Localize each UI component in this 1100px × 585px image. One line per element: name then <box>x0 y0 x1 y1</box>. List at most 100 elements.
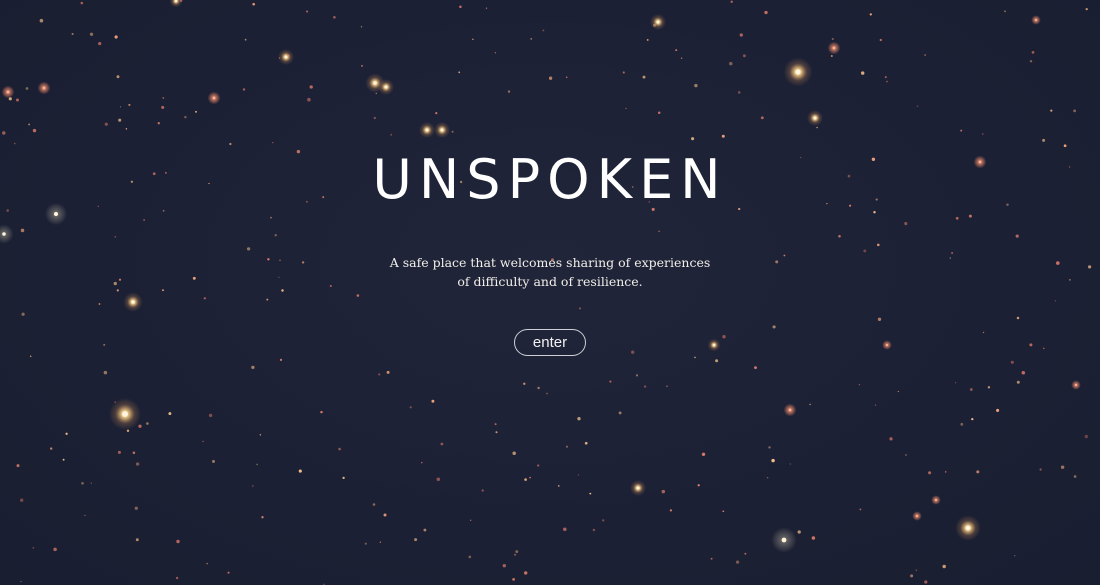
star <box>451 130 454 133</box>
star <box>701 452 706 456</box>
star <box>884 76 887 79</box>
star <box>861 71 865 75</box>
star <box>242 88 246 91</box>
star <box>135 538 139 542</box>
star <box>117 450 121 454</box>
star <box>542 29 545 32</box>
star <box>256 463 258 466</box>
star <box>278 276 280 279</box>
star <box>162 289 164 292</box>
star <box>635 374 639 377</box>
star <box>643 385 647 388</box>
star-glow <box>0 224 14 244</box>
star <box>869 13 872 16</box>
star <box>281 289 284 292</box>
star <box>114 401 117 403</box>
star <box>529 476 531 479</box>
star <box>20 498 24 502</box>
star <box>1073 475 1077 478</box>
tagline-line-1: A safe place that welcomes sharing of ex… <box>389 255 711 270</box>
star <box>502 564 506 568</box>
star <box>119 106 122 108</box>
star <box>320 410 323 414</box>
star <box>495 431 498 434</box>
star <box>103 343 106 346</box>
star <box>694 356 696 359</box>
star <box>90 482 92 484</box>
star <box>421 461 423 464</box>
star <box>468 555 472 559</box>
star <box>1029 59 1033 63</box>
star <box>1085 7 1088 11</box>
star <box>886 344 888 346</box>
star <box>32 128 37 133</box>
star <box>252 485 254 487</box>
star <box>1010 360 1014 364</box>
star <box>6 90 10 94</box>
tagline: A safe place that welcomes sharing of ex… <box>300 253 800 291</box>
star <box>122 411 128 417</box>
star <box>1029 343 1033 347</box>
star <box>563 527 567 532</box>
star <box>244 38 247 41</box>
starfield-background <box>0 0 1092 585</box>
star <box>915 569 918 572</box>
star <box>267 258 270 261</box>
star <box>618 411 622 415</box>
star <box>161 105 165 109</box>
star <box>863 249 867 253</box>
star <box>342 476 345 480</box>
star <box>309 85 313 89</box>
star <box>212 459 215 463</box>
star <box>1073 109 1076 113</box>
star <box>524 571 528 575</box>
star <box>409 406 412 409</box>
star <box>1056 261 1060 265</box>
star <box>578 307 582 310</box>
star <box>928 471 932 475</box>
star <box>548 76 553 80</box>
star <box>386 370 390 374</box>
star <box>507 90 511 93</box>
star <box>134 506 138 510</box>
star <box>279 259 281 262</box>
star <box>675 49 678 52</box>
star <box>1016 380 1020 384</box>
star <box>976 470 980 474</box>
star <box>80 1 84 5</box>
star <box>512 451 516 456</box>
star <box>2 232 6 236</box>
star <box>481 489 484 492</box>
star <box>307 97 311 102</box>
star <box>652 23 657 27</box>
star <box>25 87 29 90</box>
enter-button[interactable]: enter <box>514 329 586 356</box>
star <box>661 489 666 494</box>
star <box>797 530 801 534</box>
star <box>98 303 101 305</box>
star <box>788 408 792 412</box>
star <box>103 370 108 375</box>
star <box>162 96 165 99</box>
star <box>1039 468 1042 471</box>
star <box>954 382 957 384</box>
star <box>284 55 288 59</box>
star <box>1016 316 1020 320</box>
star <box>609 380 612 383</box>
star <box>904 222 908 226</box>
star <box>425 128 429 132</box>
star <box>657 111 661 115</box>
star <box>333 15 336 19</box>
star <box>62 458 65 461</box>
star <box>1031 51 1035 54</box>
star <box>1084 434 1089 439</box>
star <box>1021 371 1026 375</box>
star <box>261 516 264 519</box>
star <box>877 317 882 321</box>
star <box>246 247 251 251</box>
star <box>71 32 74 36</box>
star <box>625 107 627 110</box>
star <box>306 10 309 13</box>
star <box>935 499 937 501</box>
star <box>20 580 22 583</box>
